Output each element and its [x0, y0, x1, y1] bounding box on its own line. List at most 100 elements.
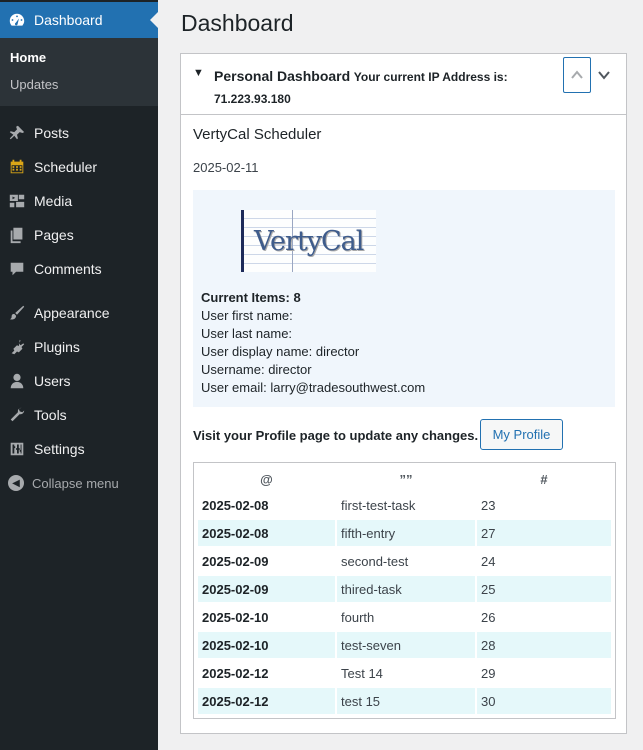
calendar-icon	[8, 158, 26, 176]
table-row[interactable]: 2025-02-10 fourth 26	[198, 604, 611, 630]
menu-separator-2	[0, 286, 158, 296]
table-row[interactable]: 2025-02-08 fifth-entry 27	[198, 520, 611, 546]
menu-plugins[interactable]: Plugins	[0, 330, 158, 364]
menu-settings[interactable]: Settings	[0, 432, 158, 466]
ip-label: Your current IP Address is:	[353, 70, 508, 84]
menu-tools-label: Tools	[34, 407, 67, 423]
menu-scheduler[interactable]: Scheduler	[0, 150, 158, 184]
collapse-menu-button[interactable]: ◀ Collapse menu	[0, 466, 158, 500]
cell-date: 2025-02-10	[198, 632, 335, 658]
my-profile-button[interactable]: My Profile	[480, 419, 563, 450]
header-id: #	[540, 471, 548, 487]
cell-id: 28	[477, 632, 611, 658]
user-display-name: User display name: director	[201, 344, 360, 359]
menu-scheduler-label: Scheduler	[34, 159, 98, 175]
header-title: ””	[399, 471, 413, 487]
main-content: Dashboard ▼ Personal Dashboard Your curr…	[158, 0, 643, 750]
admin-sidebar: Dashboard Home Updates Posts Scheduler M…	[0, 0, 158, 750]
dashboard-submenu: Home Updates	[0, 38, 158, 106]
menu-media[interactable]: Media	[0, 184, 158, 218]
sliders-icon	[8, 440, 26, 458]
user-first-name: User first name:	[201, 308, 293, 323]
menu-comments-label: Comments	[34, 261, 102, 277]
username: Username: director	[201, 362, 312, 377]
chevron-down-icon	[598, 71, 610, 80]
cell-id: 23	[481, 497, 496, 513]
logo-text: VertyCal	[254, 226, 364, 257]
toggle-triangle-icon[interactable]: ▼	[193, 67, 204, 79]
menu-dashboard-label: Dashboard	[34, 12, 103, 28]
page-title: Dashboard	[181, 10, 294, 36]
table-row[interactable]: 2025-02-12 test 15 30	[198, 688, 611, 714]
dashboard-icon	[8, 11, 26, 29]
table-row[interactable]: 2025-02-10 test-seven 28	[198, 632, 611, 658]
personal-dashboard-widget: ▼ Personal Dashboard Your current IP Add…	[180, 53, 627, 734]
brush-icon	[8, 304, 26, 322]
menu-appearance-label: Appearance	[34, 305, 110, 321]
cell-id: 29	[481, 665, 496, 681]
ip-address: 71.223.93.180	[214, 92, 291, 106]
chevron-up-icon	[571, 70, 583, 79]
widget-title: Personal Dashboard Your current IP Addre…	[214, 65, 554, 110]
cell-date: 2025-02-08	[198, 520, 335, 546]
submenu-home[interactable]: Home	[0, 44, 158, 71]
menu-comments[interactable]: Comments	[0, 252, 158, 286]
menu-users[interactable]: Users	[0, 364, 158, 398]
visit-profile-text: Visit your Profile page to update any ch…	[193, 428, 479, 443]
cell-title: first-test-task	[341, 497, 416, 513]
table-row[interactable]: 2025-02-12 Test 14 29	[198, 660, 611, 686]
cell-title: test 15	[337, 688, 475, 714]
menu-settings-label: Settings	[34, 441, 85, 457]
menu-tools[interactable]: Tools	[0, 398, 158, 432]
cell-date: 2025-02-12	[198, 688, 335, 714]
header-date: @	[260, 471, 273, 487]
menu-plugins-label: Plugins	[34, 339, 80, 355]
tasks-table: @ ”” # 2025-02-08 first-test-task 23 202…	[193, 462, 616, 719]
menu-posts[interactable]: Posts	[0, 116, 158, 150]
menu-media-label: Media	[34, 193, 73, 209]
cell-id: 27	[477, 520, 611, 546]
table-row[interactable]: 2025-02-09 thired-task 25	[198, 576, 611, 602]
cell-title: Test 14	[341, 665, 383, 681]
pages-icon	[8, 226, 26, 244]
table-row[interactable]: 2025-02-09 second-test 24	[198, 548, 611, 574]
comment-icon	[8, 260, 26, 278]
move-down-button[interactable]	[593, 62, 615, 88]
menu-separator	[0, 106, 158, 116]
user-icon	[8, 372, 26, 390]
menu-dashboard[interactable]: Dashboard	[0, 2, 158, 38]
vertycal-logo: VertyCal	[241, 210, 376, 272]
table-header-row: @ ”” #	[198, 468, 611, 490]
menu-posts-label: Posts	[34, 125, 70, 141]
collapse-menu-label: Collapse menu	[32, 475, 119, 491]
user-info-panel: VertyCal Current Items: 8 User first nam…	[193, 190, 615, 407]
cell-title: fifth-entry	[337, 520, 475, 546]
move-up-button[interactable]	[563, 57, 591, 93]
user-last-name: User last name:	[201, 326, 293, 341]
media-icon	[8, 192, 26, 210]
collapse-icon: ◀	[8, 475, 24, 491]
menu-users-label: Users	[34, 373, 71, 389]
cell-id: 30	[477, 688, 611, 714]
cell-date: 2025-02-08	[202, 497, 269, 513]
plug-icon	[8, 338, 26, 356]
cell-date: 2025-02-10	[202, 609, 269, 625]
widget-title-text: Personal Dashboard	[214, 68, 351, 84]
menu-appearance[interactable]: Appearance	[0, 296, 158, 330]
cell-title: thired-task	[337, 576, 475, 602]
table-row[interactable]: 2025-02-08 first-test-task 23	[198, 492, 611, 518]
cell-id: 26	[481, 609, 496, 625]
cell-title: test-seven	[337, 632, 475, 658]
submenu-updates[interactable]: Updates	[0, 71, 158, 98]
cell-date: 2025-02-09	[198, 576, 335, 602]
current-items: Current Items: 8	[201, 290, 301, 305]
pin-icon	[8, 124, 26, 142]
menu-pages-label: Pages	[34, 227, 74, 243]
current-arrow	[150, 12, 158, 28]
current-date: 2025-02-11	[193, 160, 259, 175]
menu-pages[interactable]: Pages	[0, 218, 158, 252]
cell-date: 2025-02-09	[202, 553, 269, 569]
app-title: VertyCal Scheduler	[193, 126, 322, 143]
wrench-icon	[8, 406, 26, 424]
cell-id: 25	[477, 576, 611, 602]
